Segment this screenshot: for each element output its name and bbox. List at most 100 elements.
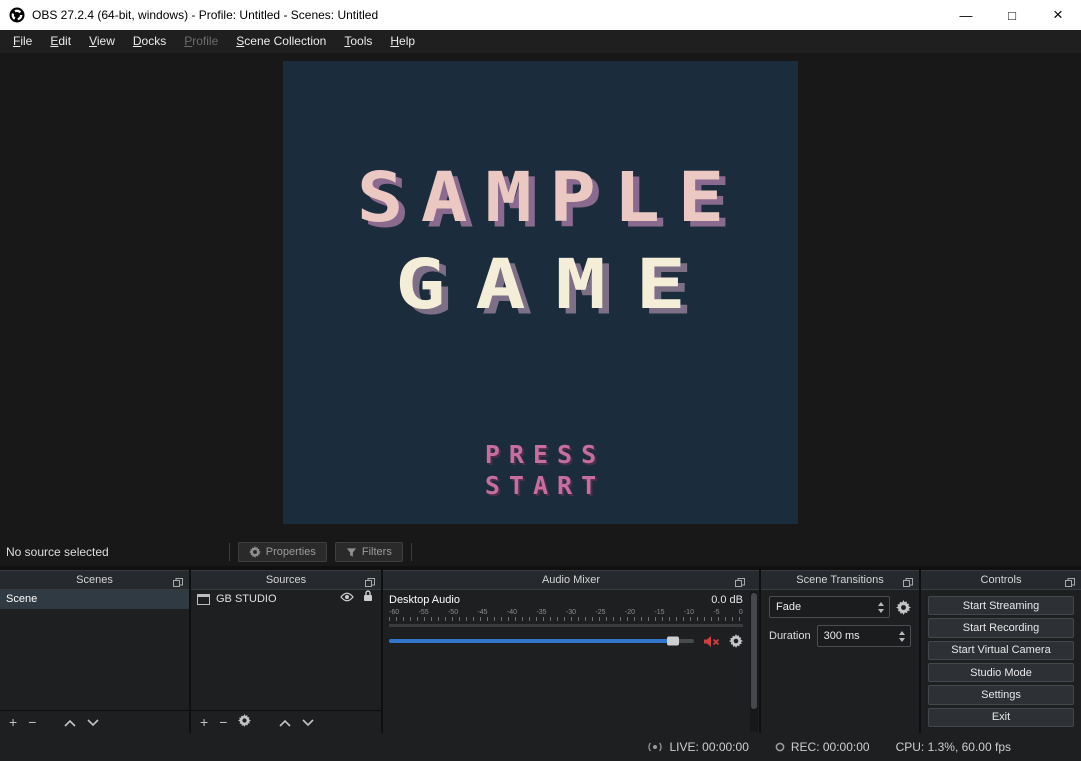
menu-scene-collection[interactable]: Scene Collection — [227, 30, 335, 53]
duration-up-arrow-icon[interactable] — [899, 630, 905, 635]
volume-slider[interactable] — [389, 636, 694, 646]
popout-icon — [173, 576, 183, 590]
preview-canvas[interactable]: SAMPLE GAME PRESS START — [283, 61, 798, 524]
mixer-scrollbar-thumb[interactable] — [751, 593, 757, 709]
tick-label: -45 — [477, 609, 488, 616]
audio-level-meter — [389, 624, 743, 627]
menu-help[interactable]: Help — [381, 30, 424, 53]
volume-handle[interactable] — [666, 636, 679, 646]
mixer-scrollbar[interactable] — [750, 591, 758, 732]
combo-up-arrow-icon[interactable] — [878, 601, 884, 606]
minimize-button[interactable]: — — [943, 0, 989, 30]
dock-area: Scenes Scene + − Sources GB STUDIO + − A… — [0, 566, 1081, 733]
channel-settings-gear-icon[interactable] — [729, 634, 743, 648]
remove-source-button[interactable]: − — [219, 714, 227, 730]
scenes-panel: Scenes Scene + − — [0, 570, 189, 733]
transition-selected-value: Fade — [776, 601, 802, 613]
title-bar[interactable]: OBS 27.2.4 (64-bit, windows) - Profile: … — [0, 0, 1081, 30]
combo-down-arrow-icon[interactable] — [878, 608, 884, 613]
audio-channel-level: 0.0 dB — [711, 594, 743, 606]
rec-dot-icon — [775, 742, 785, 752]
duration-down-arrow-icon[interactable] — [899, 637, 905, 642]
move-source-down-button[interactable] — [302, 714, 314, 730]
scene-item-label: Scene — [6, 593, 38, 605]
window-capture-icon — [197, 594, 210, 605]
live-broadcast-icon — [647, 741, 663, 753]
popout-icon — [365, 576, 375, 590]
audio-mixer-body: Desktop Audio 0.0 dB -60 -55 -50 -45 -40… — [383, 590, 759, 733]
tick-label: -5 — [713, 609, 720, 616]
scene-transitions-header[interactable]: Scene Transitions — [761, 570, 919, 590]
filters-button[interactable]: Filters — [334, 542, 403, 562]
lock-icon[interactable] — [363, 590, 373, 609]
source-properties-gear-icon[interactable] — [238, 714, 252, 730]
game-title-line2: GAME — [395, 244, 716, 325]
visibility-eye-icon[interactable] — [340, 590, 354, 609]
obs-window: OBS 27.2.4 (64-bit, windows) - Profile: … — [0, 0, 1081, 761]
start-virtual-camera-button[interactable]: Start Virtual Camera — [928, 640, 1074, 660]
tick-label: -40 — [506, 609, 518, 616]
mute-speaker-icon[interactable] — [703, 635, 720, 648]
source-item[interactable]: GB STUDIO — [191, 590, 381, 609]
press-start-text: PRESS START — [283, 439, 798, 501]
controls-header[interactable]: Controls — [921, 570, 1081, 590]
preview-area[interactable]: SAMPLE GAME PRESS START — [0, 53, 1081, 538]
filters-icon — [346, 547, 357, 558]
menu-profile: Profile — [184, 34, 219, 48]
transition-select[interactable]: Fade — [769, 596, 890, 618]
transition-settings-gear-icon[interactable] — [896, 599, 911, 615]
game-title-line1: SAMPLE — [356, 157, 742, 238]
popout-icon — [735, 576, 745, 590]
remove-scene-button[interactable]: − — [28, 714, 36, 730]
popout-icon — [903, 576, 913, 590]
duration-spinbox[interactable]: 300 ms — [816, 625, 911, 647]
maximize-button[interactable]: □ — [989, 0, 1035, 30]
sources-header[interactable]: Sources — [191, 570, 381, 590]
audio-meter-scale: -60 -55 -50 -45 -40 -35 -30 -25 -20 -15 … — [389, 609, 743, 616]
menu-file[interactable]: File — [4, 30, 41, 53]
press-line1: PRESS — [484, 440, 606, 469]
audio-mixer-header[interactable]: Audio Mixer — [383, 570, 759, 590]
start-recording-button[interactable]: Start Recording — [928, 618, 1074, 638]
add-source-button[interactable]: + — [200, 714, 208, 730]
scenes-header[interactable]: Scenes — [0, 570, 189, 590]
properties-button[interactable]: Properties — [237, 542, 327, 562]
popout-icon — [1065, 576, 1075, 590]
sources-toolbar: + − — [191, 710, 381, 733]
gear-icon — [248, 546, 261, 558]
live-time: LIVE: 00:00:00 — [669, 740, 749, 754]
move-scene-down-button[interactable] — [87, 714, 99, 730]
menu-view[interactable]: View — [80, 30, 124, 53]
scene-transitions-title: Scene Transitions — [796, 574, 884, 586]
start-streaming-button[interactable]: Start Streaming — [928, 596, 1074, 616]
studio-mode-button[interactable]: Studio Mode — [928, 662, 1074, 683]
sources-title: Sources — [265, 574, 307, 586]
scenes-toolbar: + − — [0, 710, 189, 733]
close-button[interactable]: × — [1035, 0, 1081, 30]
move-scene-up-button[interactable] — [64, 714, 76, 730]
source-toolbar: No source selected Properties Filters — [0, 538, 1081, 566]
obs-logo-icon — [9, 7, 25, 23]
properties-label: Properties — [265, 546, 316, 558]
add-scene-button[interactable]: + — [9, 714, 17, 730]
audio-mixer-panel: Audio Mixer Desktop Audio 0.0 dB -60 -55… — [383, 570, 759, 733]
rec-time: REC: 00:00:00 — [790, 740, 870, 754]
settings-button[interactable]: Settings — [928, 685, 1074, 705]
menu-edit[interactable]: Edit — [41, 30, 80, 53]
menu-tools[interactable]: Tools — [335, 30, 381, 53]
audio-mixer-title: Audio Mixer — [541, 574, 601, 586]
exit-button[interactable]: Exit — [928, 707, 1074, 727]
controls-title: Controls — [980, 574, 1022, 586]
sources-list: GB STUDIO — [191, 590, 381, 710]
tick-label: -20 — [624, 609, 635, 616]
tick-label: -55 — [418, 609, 429, 616]
move-source-up-button[interactable] — [279, 714, 291, 730]
scene-item[interactable]: Scene — [0, 590, 189, 609]
tick-label: -50 — [447, 609, 459, 616]
no-source-label: No source selected — [6, 545, 109, 559]
scenes-list: Scene — [0, 590, 189, 710]
window-title: OBS 27.2.4 (64-bit, windows) - Profile: … — [32, 8, 379, 22]
menu-docks[interactable]: Docks — [124, 30, 175, 53]
toolbar-separator — [228, 543, 230, 561]
tick-label: -35 — [536, 609, 547, 616]
